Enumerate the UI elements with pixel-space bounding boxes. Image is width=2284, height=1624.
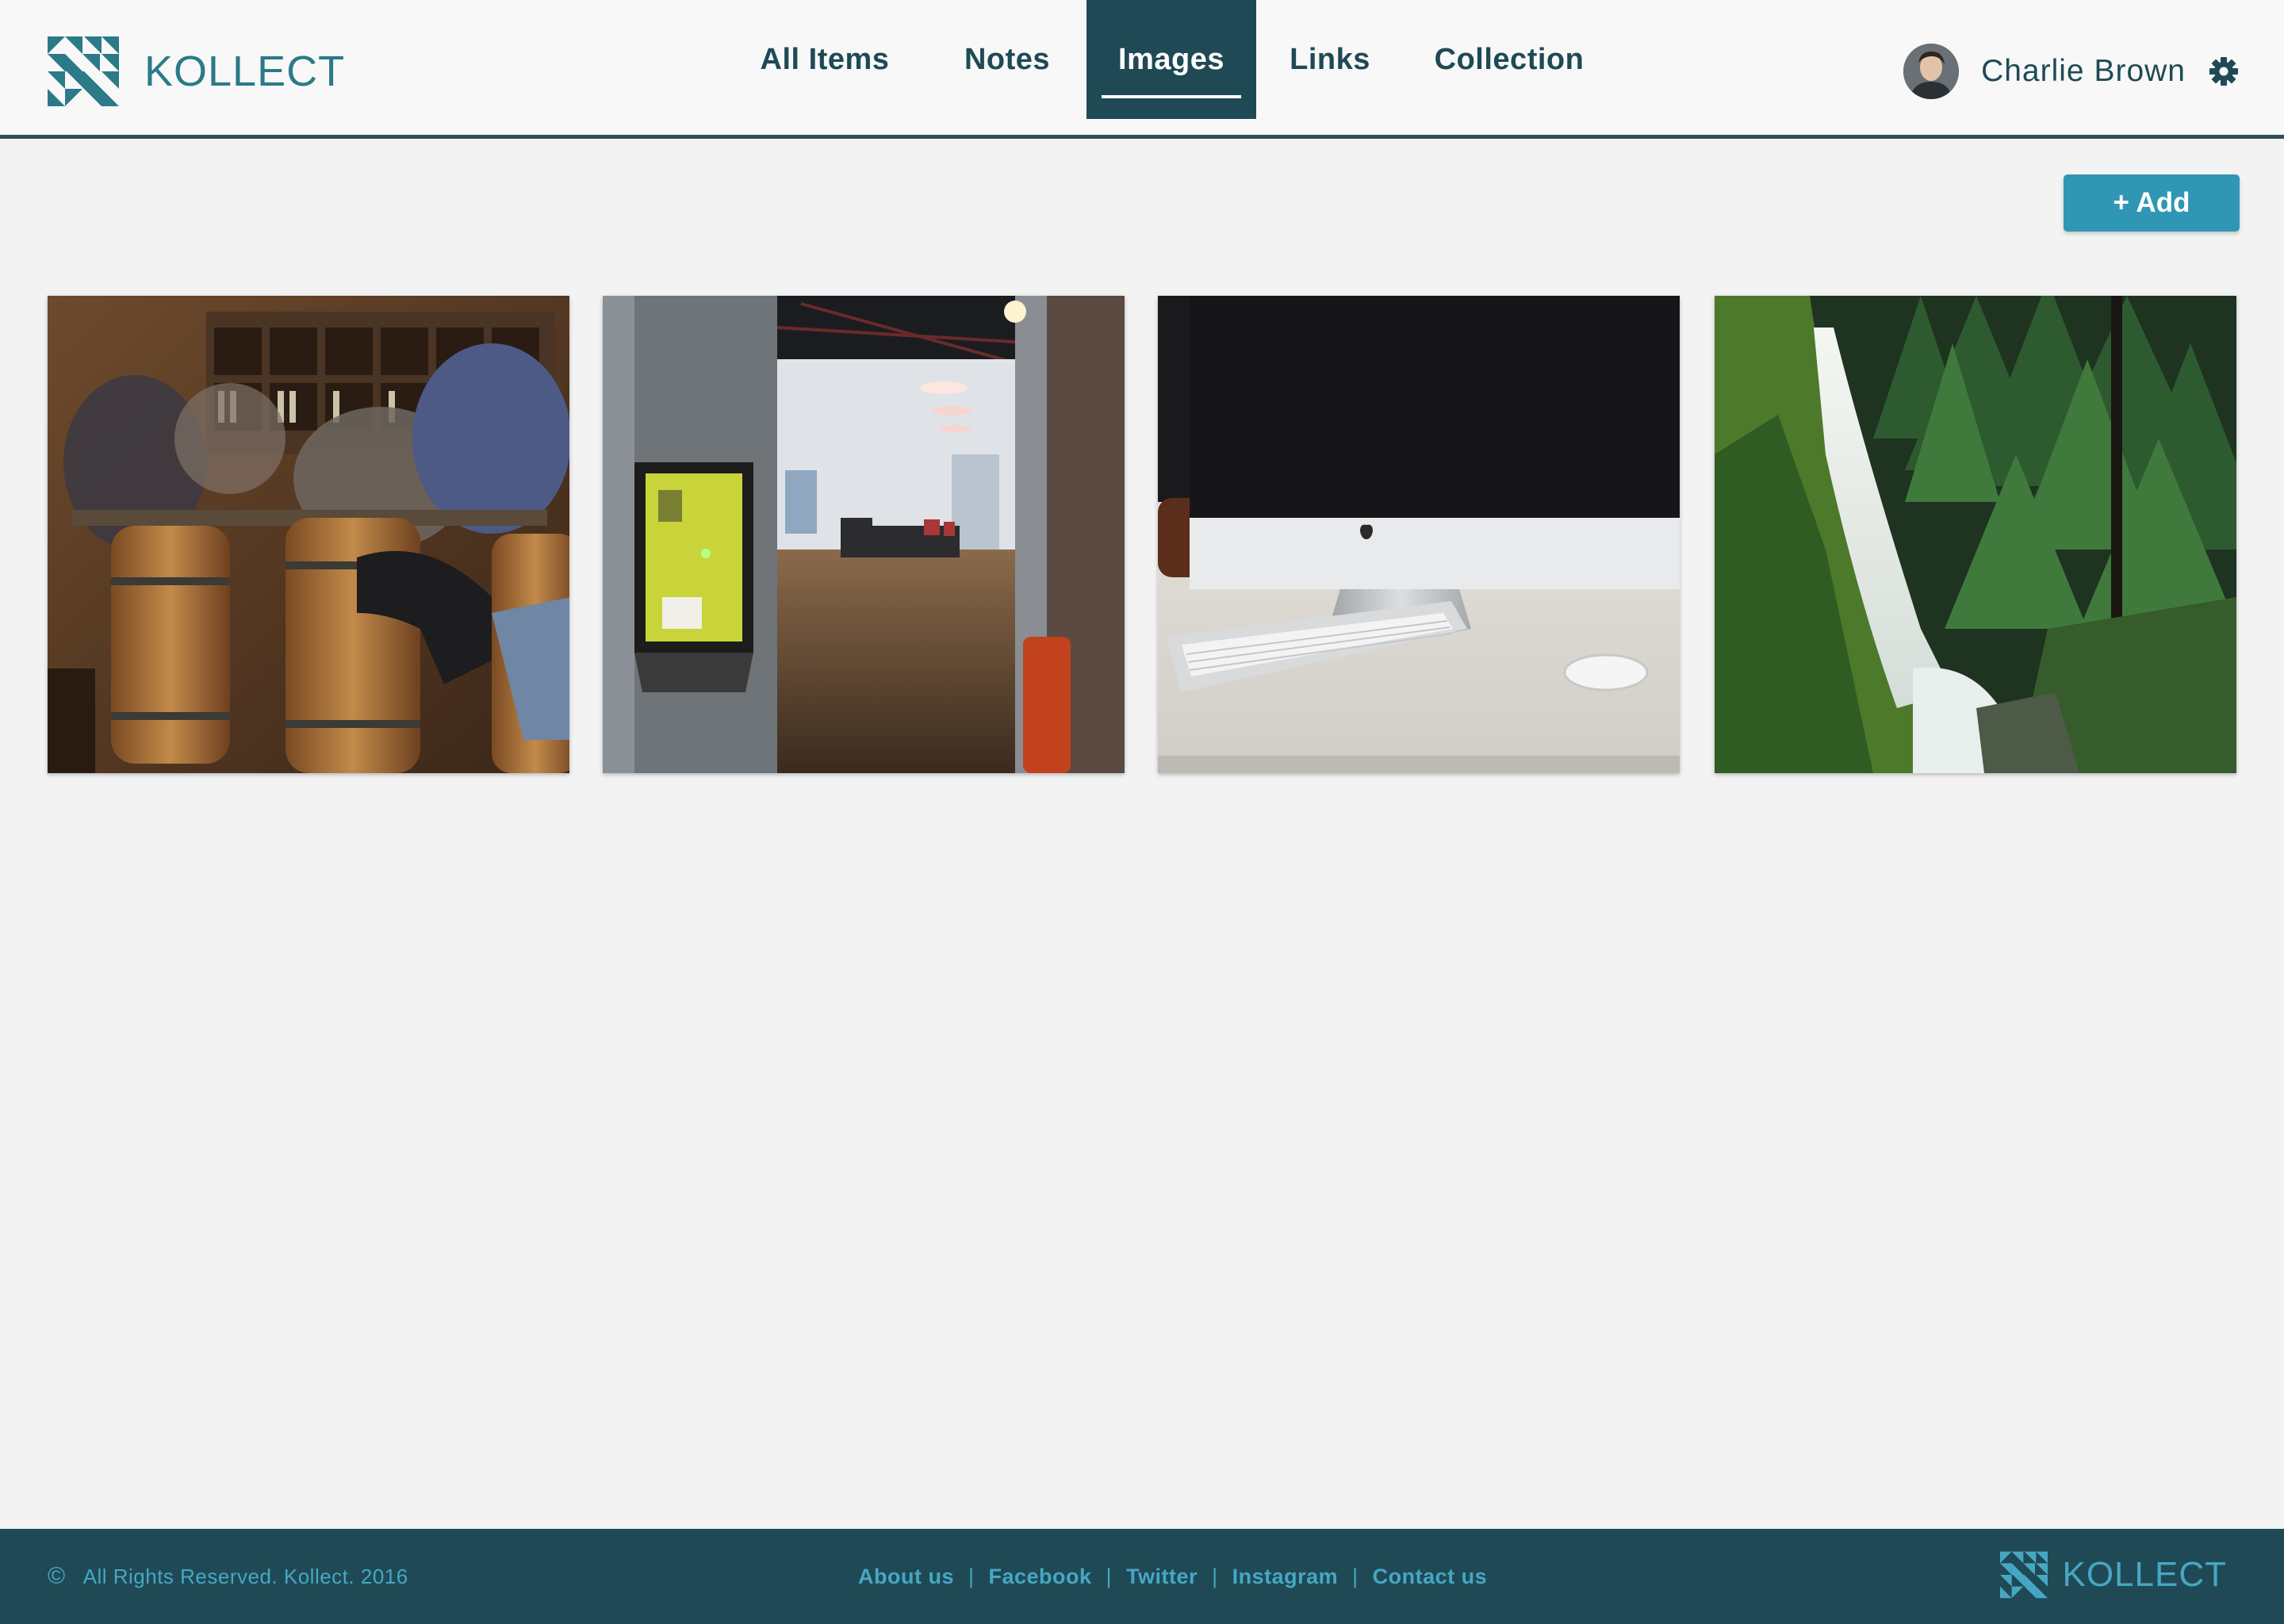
user-menu[interactable]: Charlie Brown: [1903, 44, 2240, 99]
footer-link-about-us[interactable]: About us: [858, 1565, 954, 1589]
desktop-computer-image: [1158, 296, 1680, 773]
footer-link-facebook[interactable]: Facebook: [989, 1565, 1092, 1589]
link-separator: |: [968, 1564, 975, 1588]
link-separator: |: [1352, 1564, 1359, 1588]
office-hallway-image: [603, 296, 1125, 773]
footer-link-contact-us[interactable]: Contact us: [1373, 1565, 1488, 1589]
tab-label: Links: [1290, 42, 1370, 76]
link-separator: |: [1212, 1564, 1218, 1588]
top-header: KOLLECT All Items Notes Images Links Col…: [0, 0, 2284, 139]
footer-link-twitter[interactable]: Twitter: [1126, 1565, 1198, 1589]
tab-collection[interactable]: Collection: [1413, 0, 1605, 119]
copyright: © All Rights Reserved. Kollect. 2016: [48, 1529, 408, 1624]
waterfall-image: [1715, 296, 2236, 773]
image-card-wine-bar[interactable]: [48, 296, 569, 773]
image-card-office-hallway[interactable]: [603, 296, 1125, 773]
tab-all-items[interactable]: All Items: [730, 0, 920, 119]
avatar[interactable]: [1903, 44, 1960, 99]
user-name[interactable]: Charlie Brown: [1981, 54, 2186, 89]
tab-label: Images: [1118, 42, 1224, 76]
copyright-text: All Rights Reserved. Kollect. 2016: [82, 1564, 408, 1588]
tab-label: Collection: [1434, 42, 1585, 76]
footer-link-instagram[interactable]: Instagram: [1232, 1565, 1339, 1589]
footer-brand-name: KOLLECT: [2062, 1555, 2227, 1594]
footer-brand-logo[interactable]: KOLLECT: [2000, 1551, 2227, 1599]
site-footer: © All Rights Reserved. Kollect. 2016 Abo…: [0, 1529, 2284, 1624]
wine-bar-image: [48, 296, 569, 773]
active-tab-underline: [1102, 95, 1241, 98]
gear-icon[interactable]: [2208, 56, 2240, 87]
tab-notes[interactable]: Notes: [936, 0, 1079, 119]
tab-images[interactable]: Images: [1086, 0, 1256, 119]
add-button[interactable]: + Add: [2064, 174, 2240, 232]
tab-links[interactable]: Links: [1269, 0, 1391, 119]
triangle-grid-logo-icon: [2000, 1551, 2048, 1599]
tab-label: Notes: [964, 42, 1051, 76]
image-card-desktop-computer[interactable]: [1158, 296, 1680, 773]
tab-label: All Items: [760, 42, 890, 76]
link-separator: |: [1106, 1564, 1113, 1588]
footer-links: About us | Facebook | Twitter | Instagra…: [858, 1529, 1487, 1624]
image-card-waterfall[interactable]: [1715, 296, 2236, 773]
copyright-icon: ©: [48, 1563, 66, 1589]
